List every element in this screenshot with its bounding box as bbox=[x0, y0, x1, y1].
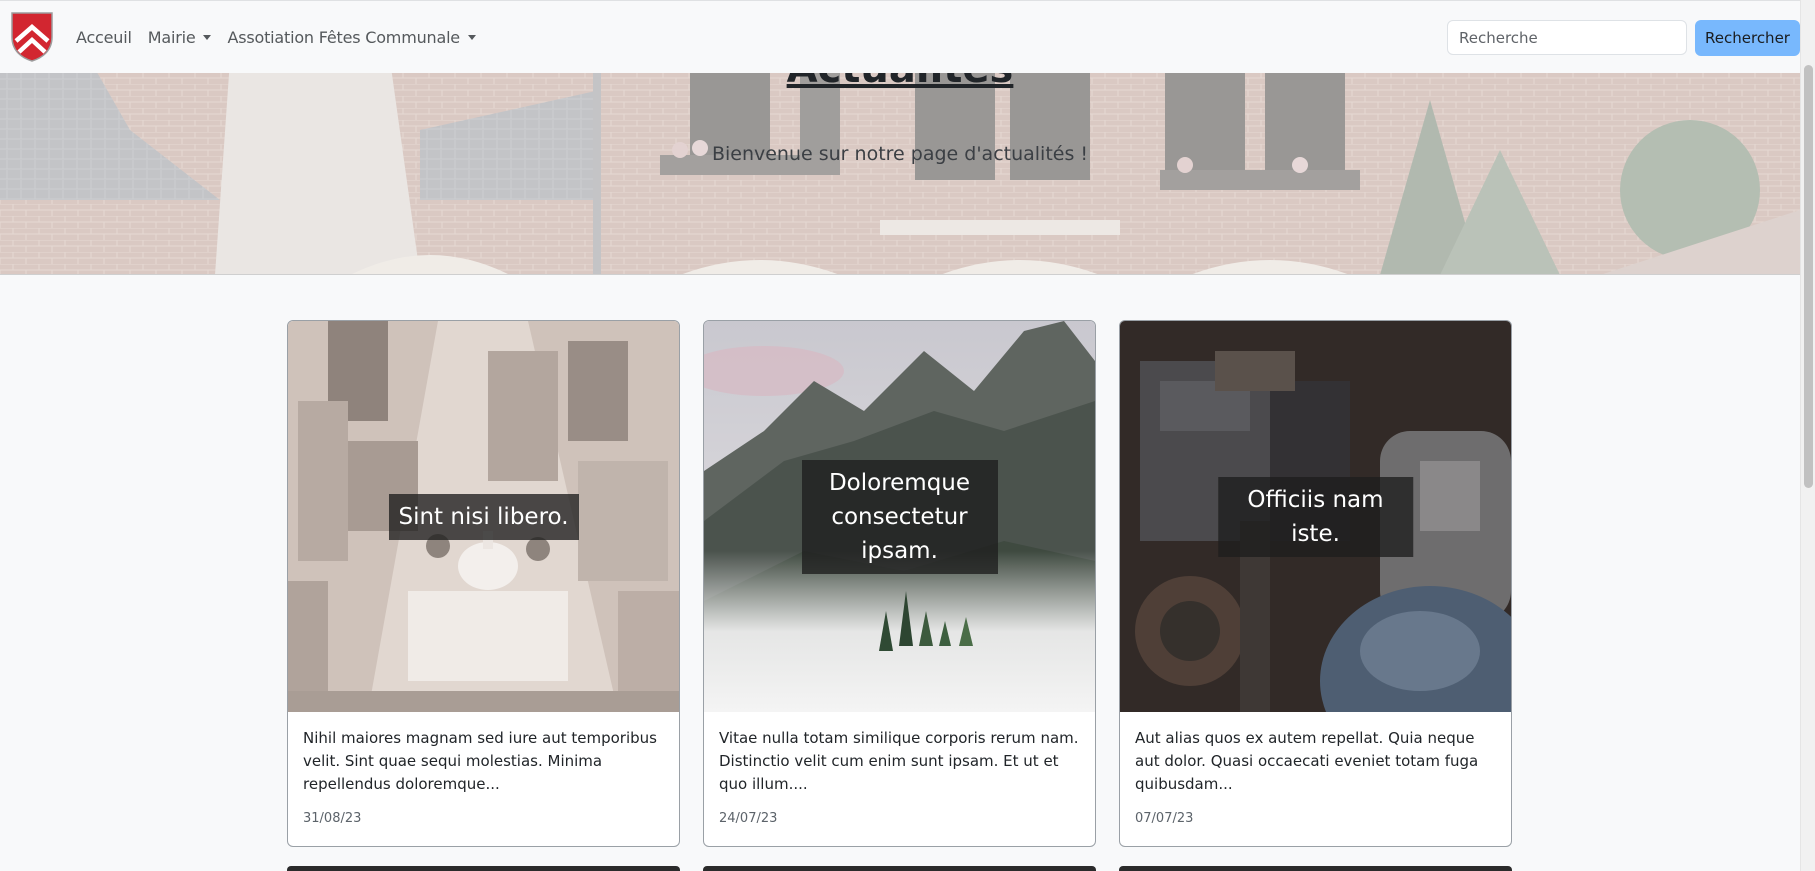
news-card[interactable]: Doloremque consectetur ipsam. Vitae null… bbox=[703, 320, 1096, 847]
card-excerpt: Aut alias quos ex autem repellat. Quia n… bbox=[1135, 729, 1479, 793]
card-date: 24/07/23 bbox=[719, 811, 778, 826]
site-logo-link[interactable] bbox=[10, 11, 54, 63]
nav-link-label: Acceuil bbox=[76, 27, 132, 47]
card-excerpt: Vitae nulla totam similique corporis rer… bbox=[719, 729, 1079, 793]
page-scrollbar[interactable] bbox=[1800, 0, 1815, 871]
scrollbar-thumb[interactable] bbox=[1804, 65, 1813, 488]
nav-link-accueil[interactable]: Acceuil bbox=[76, 28, 132, 47]
news-card-grid: Sint nisi libero. Nihil maiores magnam s… bbox=[287, 320, 1512, 847]
nav-link-label: Mairie bbox=[147, 27, 196, 47]
card-image: Officiis nam iste. bbox=[1120, 321, 1511, 712]
card-overlay-title: Doloremque consectetur ipsam. bbox=[801, 459, 998, 574]
search-form: Recherche r bbox=[1447, 20, 1800, 56]
coat-of-arms-icon bbox=[11, 12, 53, 62]
search-input[interactable] bbox=[1447, 20, 1687, 55]
nav-link-label: Assotiation Fêtes Communale bbox=[227, 27, 460, 47]
chevron-down-icon bbox=[203, 34, 212, 40]
nav-dropdown-association[interactable]: Assotiation Fêtes Communale bbox=[227, 27, 476, 47]
card-image: Doloremque consectetur ipsam. bbox=[704, 321, 1095, 712]
card-excerpt: Nihil maiores magnam sed iure aut tempor… bbox=[303, 729, 657, 793]
news-card[interactable]: Officiis nam iste. Aut alias quos ex aut… bbox=[1119, 320, 1512, 847]
card-image: Sint nisi libero. bbox=[288, 321, 679, 712]
nav-dropdown-mairie[interactable]: Mairie bbox=[148, 28, 212, 47]
next-row-card-edge bbox=[1119, 866, 1512, 871]
chevron-down-icon bbox=[467, 34, 476, 40]
next-row-card-edge bbox=[703, 866, 1096, 871]
news-card[interactable]: Sint nisi libero. Nihil maiores magnam s… bbox=[287, 320, 680, 847]
search-button[interactable]: Rechercher bbox=[1695, 20, 1800, 56]
top-navbar: Acceuil Mairie Assotiation Fêtes Communa… bbox=[0, 0, 1800, 73]
card-date: 07/07/23 bbox=[1135, 811, 1194, 826]
next-row-card-edge bbox=[287, 866, 680, 871]
card-overlay-title: Officiis nam iste. bbox=[1217, 476, 1414, 557]
page-subtitle: Bienvenue sur notre page d'actualités ! bbox=[711, 143, 1089, 165]
card-overlay-title: Sint nisi libero. bbox=[388, 493, 579, 540]
card-date: 31/08/23 bbox=[303, 811, 362, 826]
